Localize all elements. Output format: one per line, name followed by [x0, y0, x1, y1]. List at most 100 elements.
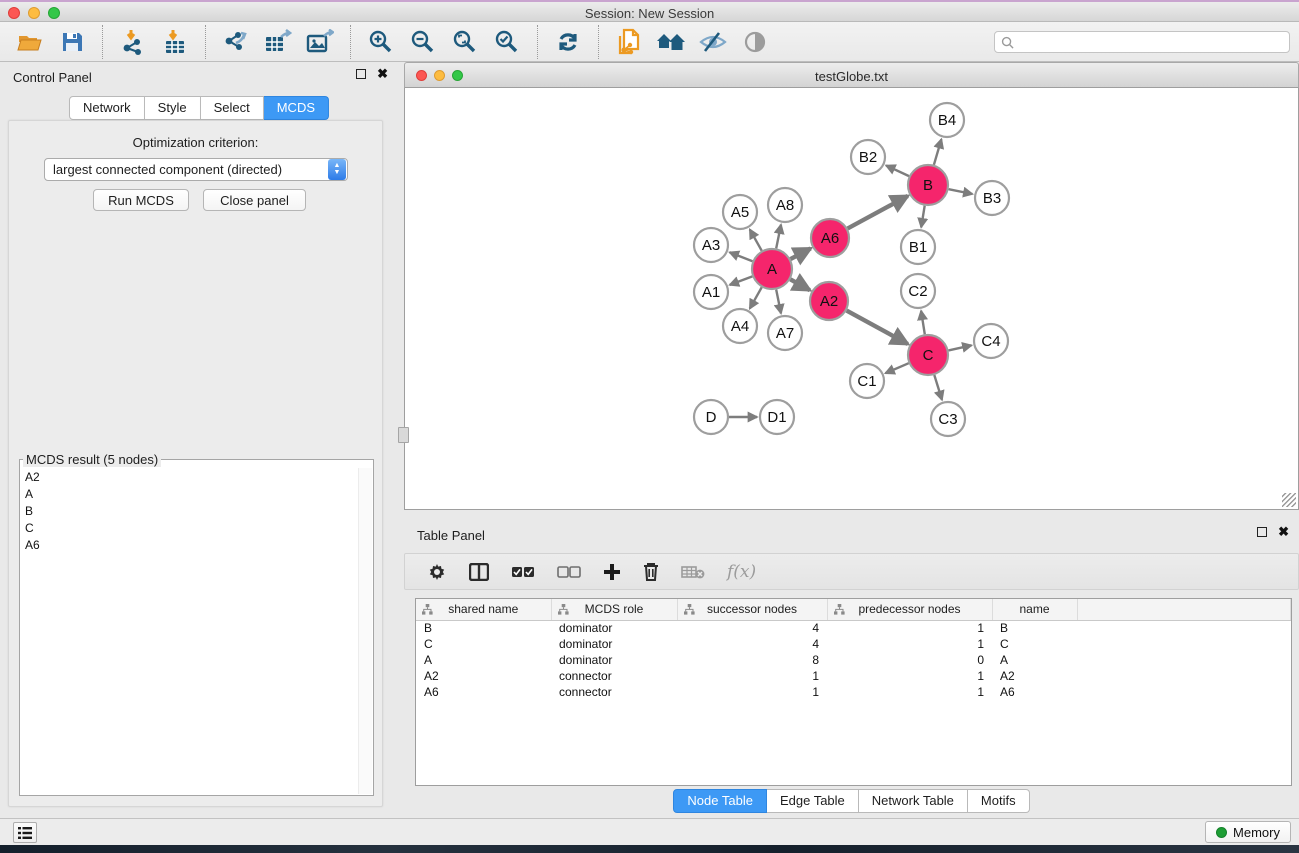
network-document-icon[interactable] — [613, 27, 645, 57]
zoom-out-icon[interactable] — [407, 27, 439, 57]
float-panel-icon[interactable] — [356, 69, 366, 79]
graph-edge-A-A7[interactable] — [776, 290, 781, 314]
table-cell[interactable]: dominator — [551, 620, 677, 636]
column-header-shared-name[interactable]: shared name — [416, 599, 551, 620]
tab-node-table[interactable]: Node Table — [673, 789, 767, 813]
hide-selected-icon[interactable] — [697, 27, 729, 57]
result-scrollbar[interactable] — [358, 468, 372, 794]
table-cell[interactable]: C — [992, 636, 1077, 652]
zoom-selected-icon[interactable] — [491, 27, 523, 57]
column-header-predecessor-nodes[interactable]: predecessor nodes — [827, 599, 992, 620]
network-window-titlebar[interactable]: testGlobe.txt — [404, 62, 1299, 88]
show-all-icon[interactable] — [739, 27, 771, 57]
task-history-button[interactable] — [13, 822, 37, 843]
graph-edge-C-C3[interactable] — [934, 375, 942, 400]
result-item[interactable]: A — [21, 485, 358, 502]
graph-node-C1[interactable]: C1 — [850, 364, 884, 398]
table-cell[interactable]: A — [992, 652, 1077, 668]
search-field[interactable] — [994, 31, 1290, 53]
graph-node-D[interactable]: D — [694, 400, 728, 434]
table-settings-icon[interactable] — [427, 562, 447, 582]
float-table-panel-icon[interactable] — [1257, 527, 1267, 537]
graph-edge-B-B2[interactable] — [886, 166, 909, 177]
table-cell[interactable]: 8 — [677, 652, 827, 668]
graph-node-A4[interactable]: A4 — [723, 309, 757, 343]
column-header-name[interactable]: name — [992, 599, 1077, 620]
delete-column-icon[interactable] — [643, 562, 659, 581]
table-cell[interactable]: 4 — [677, 636, 827, 652]
export-table-icon[interactable] — [262, 27, 294, 57]
table-cell[interactable]: 0 — [827, 652, 992, 668]
tab-style[interactable]: Style — [145, 96, 201, 120]
table-row[interactable]: Cdominator41C — [416, 636, 1291, 652]
resize-grip-icon[interactable] — [1282, 493, 1296, 507]
select-all-rows-icon[interactable] — [511, 566, 535, 578]
graph-edge-B-B1[interactable] — [921, 206, 925, 228]
memory-button[interactable]: Memory — [1205, 821, 1291, 843]
graph-node-B[interactable]: B — [908, 165, 948, 205]
table-cell[interactable]: A6 — [992, 684, 1077, 700]
graph-node-A7[interactable]: A7 — [768, 316, 802, 350]
network-canvas[interactable]: B4B2BB3A8A5A6B1A3AC2A1A2A4A7C4CC1C3DD1 — [404, 88, 1299, 510]
table-row[interactable]: Adominator80A — [416, 652, 1291, 668]
function-builder-icon[interactable]: f(x) — [727, 562, 756, 582]
mcds-result-list[interactable]: A2ABCA6 — [21, 468, 358, 794]
graph-edge-A-A3[interactable] — [730, 252, 753, 261]
column-visibility-icon[interactable] — [469, 563, 489, 581]
column-header-MCDS-role[interactable]: MCDS role — [551, 599, 677, 620]
table-header-row[interactable]: shared nameMCDS rolesuccessor nodesprede… — [416, 599, 1291, 620]
graph-edge-C-C4[interactable] — [949, 345, 972, 350]
apply-layout-icon[interactable] — [552, 27, 584, 57]
table-cell[interactable]: 4 — [677, 620, 827, 636]
table-cell[interactable]: C — [416, 636, 551, 652]
birdseye-handle[interactable] — [398, 427, 409, 443]
table-cell[interactable]: 1 — [677, 668, 827, 684]
column-header-successor-nodes[interactable]: successor nodes — [677, 599, 827, 620]
graph-node-C[interactable]: C — [908, 335, 948, 375]
table-cell[interactable]: A6 — [416, 684, 551, 700]
close-table-panel-icon[interactable]: ✖ — [1278, 527, 1289, 537]
deselect-all-rows-icon[interactable] — [557, 566, 581, 578]
graph-edge-A-A2[interactable] — [790, 279, 810, 290]
graph-node-A2[interactable]: A2 — [810, 282, 848, 320]
graph-node-A[interactable]: A — [752, 249, 792, 289]
table-cell[interactable]: 1 — [677, 684, 827, 700]
table-cell[interactable]: connector — [551, 668, 677, 684]
graph-node-B2[interactable]: B2 — [851, 140, 885, 174]
graph-node-A1[interactable]: A1 — [694, 275, 728, 309]
graph-node-A5[interactable]: A5 — [723, 195, 757, 229]
graph-edge-A2-C[interactable] — [847, 311, 908, 344]
tab-edge-table[interactable]: Edge Table — [767, 789, 859, 813]
table-row[interactable]: A6connector11A6 — [416, 684, 1291, 700]
table-cell[interactable]: B — [992, 620, 1077, 636]
graph-node-A8[interactable]: A8 — [768, 188, 802, 222]
import-table-icon[interactable] — [159, 27, 191, 57]
table-cell[interactable]: dominator — [551, 636, 677, 652]
graph-node-C4[interactable]: C4 — [974, 324, 1008, 358]
table-cell[interactable]: A — [416, 652, 551, 668]
zoom-in-icon[interactable] — [365, 27, 397, 57]
graph-node-B1[interactable]: B1 — [901, 230, 935, 264]
graph-node-C3[interactable]: C3 — [931, 402, 965, 436]
delete-table-icon[interactable] — [681, 565, 705, 579]
graph-edge-A-A6[interactable] — [791, 248, 811, 259]
close-panel-icon[interactable]: ✖ — [377, 69, 388, 79]
tab-network-table[interactable]: Network Table — [859, 789, 968, 813]
graph-node-C2[interactable]: C2 — [901, 274, 935, 308]
node-table[interactable]: shared nameMCDS rolesuccessor nodesprede… — [415, 598, 1292, 786]
result-item[interactable]: C — [21, 519, 358, 536]
table-row[interactable]: A2connector11A2 — [416, 668, 1291, 684]
graph-node-D1[interactable]: D1 — [760, 400, 794, 434]
save-session-button[interactable] — [56, 27, 88, 57]
table-cell[interactable]: 1 — [827, 636, 992, 652]
graph-edge-A6-B[interactable] — [848, 196, 908, 229]
optimization-criterion-dropdown[interactable]: largest connected component (directed) ▲… — [44, 158, 348, 181]
close-panel-button[interactable]: Close panel — [203, 189, 306, 211]
add-column-icon[interactable] — [603, 563, 621, 581]
graph-edge-A-A8[interactable] — [776, 225, 781, 249]
graph-edge-A-A5[interactable] — [750, 229, 762, 250]
result-item[interactable]: A6 — [21, 536, 358, 553]
export-network-icon[interactable] — [220, 27, 252, 57]
table-cell[interactable]: 1 — [827, 684, 992, 700]
table-cell[interactable]: 1 — [827, 620, 992, 636]
